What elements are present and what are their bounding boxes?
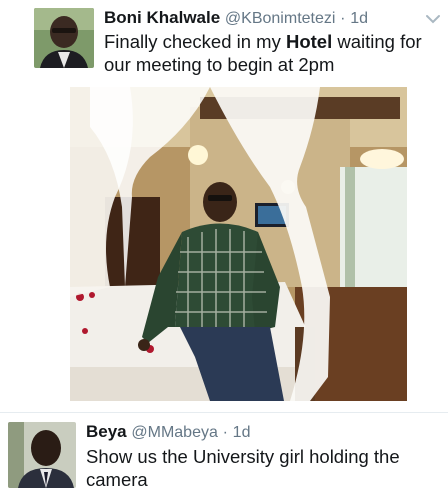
timestamp[interactable]: 1d	[233, 424, 251, 441]
author-name[interactable]: Boni Khalwale	[104, 8, 220, 27]
tweet-text-part: Finally checked in my	[104, 31, 286, 52]
timestamp[interactable]: 1d	[350, 10, 368, 27]
hotel-room-photo	[70, 87, 407, 401]
tweet-text: Finally checked in my Hotel waiting for …	[104, 30, 440, 76]
tweet-text: Show us the University girl holding the …	[86, 446, 400, 490]
avatar[interactable]	[8, 422, 76, 488]
tweet-photo[interactable]	[70, 87, 407, 401]
avatar-image	[8, 422, 76, 488]
separator-dot: ·	[222, 424, 228, 441]
tweet-header: Beya @MMabeya · 1d	[86, 422, 250, 443]
tweet-boni-khalwale[interactable]: Boni Khalwale @KBonimtetezi · 1d Finally…	[0, 0, 448, 412]
chevron-down-icon[interactable]	[424, 10, 442, 28]
avatar[interactable]	[34, 8, 94, 68]
author-name[interactable]: Beya	[86, 422, 127, 441]
tweet-text-bold: Hotel	[285, 31, 333, 52]
author-handle[interactable]: @MMabeya	[131, 424, 218, 441]
tweet-beya[interactable]: Beya @MMabeya · 1d Show us the Universit…	[0, 413, 448, 496]
author-handle[interactable]: @KBonimtetezi	[225, 10, 336, 27]
tweet-header: Boni Khalwale @KBonimtetezi · 1d	[104, 8, 368, 29]
separator-dot: ·	[340, 10, 346, 27]
avatar-image	[34, 8, 94, 68]
